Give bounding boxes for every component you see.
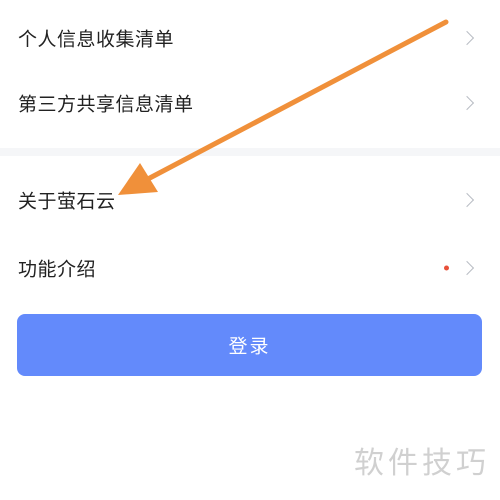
chevron-right-icon — [459, 192, 475, 208]
settings-group-about: 关于萤石云 功能介绍 — [0, 156, 500, 300]
section-divider — [0, 148, 500, 156]
chevron-right-icon — [459, 95, 475, 111]
chevron-right-icon — [459, 30, 475, 46]
feature-intro-item[interactable]: 功能介绍 — [0, 235, 500, 301]
settings-group-privacy: 个人信息收集清单 第三方共享信息清单 — [0, 0, 500, 148]
third-party-sharing-list-item[interactable]: 第三方共享信息清单 — [0, 70, 500, 136]
about-ezviz-item[interactable]: 关于萤石云 — [0, 167, 500, 233]
personal-info-list-label: 个人信息收集清单 — [18, 28, 175, 51]
feature-intro-label: 功能介绍 — [18, 258, 97, 281]
chevron-right-icon — [459, 260, 475, 276]
login-button[interactable]: 登录 — [17, 314, 482, 376]
login-button-label: 登录 — [228, 336, 271, 358]
watermark-text: 软件技巧 — [354, 446, 490, 481]
settings-screen: 个人信息收集清单 第三方共享信息清单 关于萤石云 功能介绍 登录 软件技巧 — [0, 0, 500, 500]
new-badge-dot — [444, 265, 449, 271]
personal-info-list-item[interactable]: 个人信息收集清单 — [0, 5, 500, 71]
third-party-sharing-list-label: 第三方共享信息清单 — [18, 93, 194, 116]
about-ezviz-label: 关于萤石云 — [18, 190, 116, 213]
